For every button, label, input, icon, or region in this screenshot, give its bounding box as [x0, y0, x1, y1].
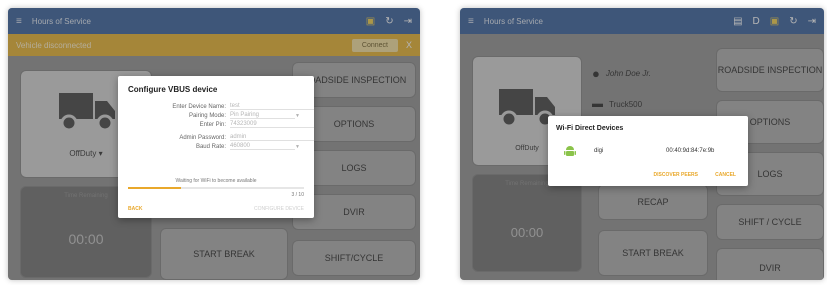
- android-icon: [564, 145, 576, 156]
- device-name-label: Enter Device Name:: [172, 103, 226, 110]
- admin-password-input[interactable]: admin: [230, 134, 314, 141]
- baud-rate-label: Baud Rate:: [195, 143, 226, 150]
- device-name-input[interactable]: test: [230, 103, 314, 110]
- left-screen: ≡ Hours of Service ▣ ↻ ⇥ Vehicle disconn…: [8, 8, 420, 280]
- discover-peers-button[interactable]: DISCOVER PEERS: [654, 172, 698, 178]
- dialog-title: Wi-Fi Direct Devices: [556, 125, 624, 132]
- dialog-title: Configure VBUS device: [128, 85, 218, 94]
- pin-row: Enter Pin: 74323009: [118, 120, 314, 129]
- screenshot-pair: ≡ Hours of Service ▣ ↻ ⇥ Vehicle disconn…: [0, 0, 827, 285]
- device-name-row: Enter Device Name: test: [118, 102, 314, 111]
- device-name: digi: [594, 148, 604, 154]
- pairing-mode-select[interactable]: Pin Pairing: [230, 112, 296, 119]
- pin-label: Enter Pin:: [199, 121, 226, 128]
- progress-bar: [128, 187, 304, 189]
- right-screen: ≡ Hours of Service ▤ D ▣ ↻ ⇥ OffDuty ● J…: [460, 8, 824, 280]
- status-message: Waiting for WiFi to become available: [175, 178, 257, 184]
- pairing-mode-chevron-icon: ▼: [295, 112, 300, 119]
- pairing-mode-label: Pairing Mode:: [188, 112, 226, 119]
- progress-fill: [128, 187, 181, 189]
- progress-count: 3 / 10: [291, 192, 304, 198]
- device-mac: 00:40:9d:84:7e:9b: [666, 148, 715, 154]
- admin-password-label: Admin Password:: [179, 134, 226, 141]
- back-button[interactable]: BACK: [128, 206, 142, 212]
- config-fields: Enter Device Name: test Pairing Mode: Pi…: [118, 102, 314, 151]
- pairing-mode-row: Pairing Mode: Pin Pairing ▼: [118, 111, 314, 120]
- pin-input[interactable]: 74323009: [230, 121, 314, 128]
- baud-rate-select[interactable]: 460800: [230, 143, 296, 150]
- admin-password-row: Admin Password: admin: [118, 133, 314, 142]
- wifi-direct-dialog: Wi-Fi Direct Devices digi 00:40:9d:84:7e…: [548, 116, 748, 186]
- wifi-device-row[interactable]: digi 00:40:9d:84:7e:9b: [564, 142, 736, 160]
- configure-device-button[interactable]: CONFIGURE DEVICE: [254, 206, 304, 212]
- configure-vbus-dialog: Configure VBUS device Enter Device Name:…: [118, 76, 314, 218]
- baud-rate-chevron-icon: ▼: [295, 143, 300, 150]
- cancel-button[interactable]: CANCEL: [715, 172, 736, 178]
- baud-rate-row: Baud Rate: 460800 ▼: [118, 142, 314, 151]
